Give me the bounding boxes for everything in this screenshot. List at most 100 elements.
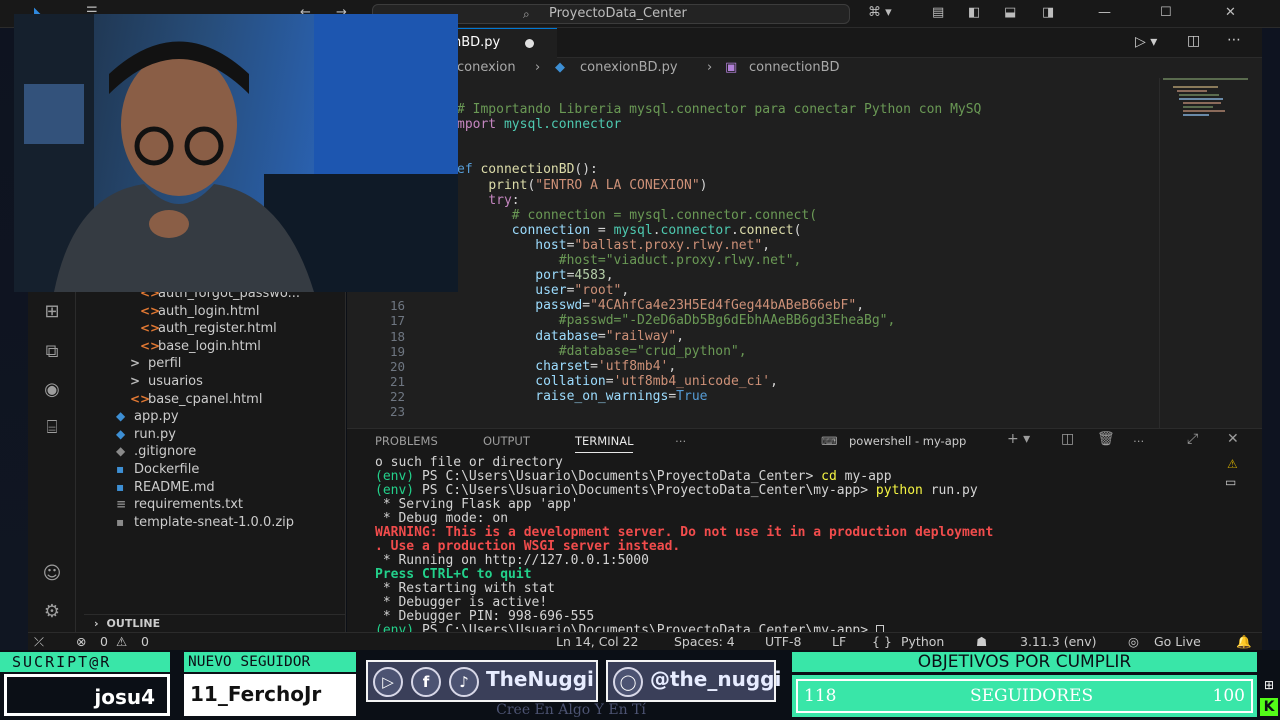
html-file-icon: <> — [130, 391, 151, 406]
cursor-position[interactable]: Ln 14, Col 22 — [556, 633, 638, 650]
close-panel-icon[interactable]: ✕ — [1227, 431, 1239, 447]
toggle-sidebar-icon[interactable]: ◧ — [968, 5, 980, 20]
extensions-icon[interactable]: ⊞ — [38, 300, 66, 324]
code-line[interactable]: collation='utf8mb4_unicode_ci', — [457, 374, 778, 389]
tab-output[interactable]: OUTPUT — [483, 434, 530, 448]
warning-status-icon[interactable]: ⚠ — [116, 633, 127, 650]
file-item[interactable]: ◆ .gitignore — [116, 442, 196, 460]
code-line[interactable]: database="railway", — [457, 329, 684, 344]
encoding[interactable]: UTF-8 — [765, 633, 801, 650]
split-terminal-icon[interactable]: ◫ — [1061, 431, 1074, 447]
file-item[interactable]: ◆ run.py — [116, 425, 176, 443]
code-token: , — [770, 373, 778, 389]
code-line[interactable]: raise_on_warnings=True — [457, 389, 707, 404]
line-ending[interactable]: LF — [832, 633, 846, 650]
copilot-icon[interactable]: ⌘ ▾ — [868, 5, 892, 20]
code-token: , — [621, 283, 630, 299]
kill-terminal-icon[interactable]: 🗑 — [1097, 431, 1115, 447]
toggle-panel-icon[interactable]: ⬓ — [1004, 5, 1016, 20]
code-line[interactable]: user="root", — [457, 283, 629, 298]
breadcrumb-symbol[interactable]: connectionBD — [749, 58, 840, 78]
file-item[interactable]: ▪ README.md — [116, 478, 215, 496]
terminal-line: (env) PS C:\Users\Usuario\Documents\Proy… — [375, 470, 892, 484]
toggle-secondary-sidebar-icon[interactable]: ◨ — [1042, 5, 1054, 20]
tiktok-icon[interactable]: ♪ — [449, 667, 479, 697]
file-item[interactable]: <>auth_register.html — [140, 319, 277, 337]
code-line[interactable]: # connection = mysql.connector.connect( — [457, 208, 817, 223]
file-item[interactable]: ▪ template-sneat-1.0.0.zip — [116, 513, 294, 531]
outline-section[interactable]: › OUTLINE — [84, 614, 346, 632]
warning-icon[interactable]: ⚠ — [1227, 457, 1238, 471]
editor-tab-bar: nBD.py ▷ ▾ ◫ ⋯ — [347, 28, 1280, 58]
panel-more-icon[interactable]: ⋯ — [675, 434, 687, 448]
code-line[interactable]: #passwd="-D2eD6aDb5Bg6dEbhAAeBB6gd3EheaB… — [457, 313, 896, 328]
code-line[interactable]: charset='utf8mb4', — [457, 359, 676, 374]
error-count[interactable]: 0 — [100, 633, 108, 650]
terminal-shell-label[interactable]: powershell - my-app — [849, 434, 966, 448]
code-line[interactable]: try: — [457, 193, 519, 208]
facebook-icon[interactable]: f — [411, 667, 441, 697]
maximize-panel-icon[interactable]: ⤢ — [1187, 431, 1198, 447]
github-icon[interactable]: ◉ — [38, 378, 66, 402]
warning-count[interactable]: 0 — [141, 633, 149, 650]
code-token: connection — [511, 222, 591, 238]
terminal-list-icon[interactable]: ▭ — [1225, 475, 1236, 489]
minimize-icon[interactable]: — — [1098, 5, 1111, 20]
code-line[interactable]: passwd="4CAhfCa4e23H5Ed4fGeg44bABeB66ebF… — [457, 298, 864, 313]
close-icon[interactable]: ✕ — [1225, 5, 1236, 20]
code-line[interactable]: port=4583, — [457, 268, 613, 284]
file-item[interactable]: <>base_cpanel.html — [130, 390, 262, 408]
maximize-icon[interactable]: ☐ — [1160, 5, 1172, 20]
settings-gear-icon[interactable]: ⚙ — [38, 600, 66, 624]
more-actions-icon[interactable]: ⋯ — [1227, 32, 1241, 48]
editor-scroll-divider — [1159, 78, 1160, 428]
code-line[interactable]: print("ENTRO A LA CONEXION") — [457, 178, 707, 193]
error-icon[interactable]: ⊗ — [76, 633, 86, 650]
code-line[interactable]: mport mysql.connector — [457, 117, 621, 132]
account-icon[interactable]: ☺ — [38, 562, 66, 586]
instagram-icon[interactable]: ◯ — [613, 667, 643, 697]
webcam-overlay — [14, 14, 458, 292]
run-python-icon[interactable]: ▷ ▾ — [1135, 34, 1157, 50]
folder-item[interactable]: > perfil — [130, 354, 181, 372]
layout-icon[interactable]: ▤ — [932, 5, 944, 20]
python-interpreter[interactable]: 3.11.3 (env) — [1020, 633, 1097, 650]
terminal-more-icon[interactable]: ⋯ — [1133, 434, 1145, 448]
file-item[interactable]: ▪ Dockerfile — [116, 460, 199, 478]
file-item[interactable]: <>auth_login.html — [140, 302, 259, 320]
code-line[interactable]: # Importando Libreria mysql.connector pa… — [457, 102, 981, 117]
notifications-bell-icon[interactable]: 🔔 — [1236, 633, 1252, 650]
file-item[interactable]: ≡ requirements.txt — [116, 495, 243, 513]
code-token: 4583 — [574, 268, 606, 284]
go-live-button[interactable]: Go Live — [1154, 633, 1201, 650]
remote-indicator-icon[interactable]: ⤫ — [34, 633, 44, 650]
terminal-token: python — [875, 483, 931, 498]
folder-item[interactable]: > usuarios — [130, 372, 203, 390]
code-line[interactable]: ef connectionBD(): — [457, 162, 598, 177]
breadcrumb-folder[interactable]: conexion — [457, 58, 516, 78]
code-line[interactable]: #host="viaduct.proxy.rlwy.net", — [457, 253, 802, 268]
tab-terminal[interactable]: TERMINAL — [575, 434, 634, 453]
file-icon: ◆ — [116, 426, 126, 441]
new-terminal-icon[interactable]: + ▾ — [1007, 431, 1030, 447]
code-line[interactable]: #database="crud_python", — [457, 344, 747, 359]
indentation[interactable]: Spaces: 4 — [674, 633, 735, 650]
language-mode[interactable]: Python — [901, 633, 944, 650]
youtube-icon[interactable]: ▷ — [373, 667, 403, 697]
unsaved-dot-icon[interactable] — [525, 39, 534, 48]
code-token: = — [597, 328, 606, 344]
file-item[interactable]: <>base_login.html — [140, 337, 261, 355]
database-icon[interactable]: ⌸ — [38, 416, 66, 440]
code-line[interactable]: host="ballast.proxy.rlwy.net", — [457, 238, 770, 253]
code-line[interactable]: connection = mysql.connector.connect( — [457, 222, 802, 238]
tab-problems[interactable]: PROBLEMS — [375, 434, 438, 448]
minimap[interactable] — [1163, 78, 1268, 138]
file-item[interactable]: ◆ app.py — [116, 407, 179, 425]
split-editor-icon[interactable]: ◫ — [1187, 33, 1200, 49]
breadcrumb-file[interactable]: conexionBD.py — [580, 58, 678, 78]
remote-explorer-icon[interactable]: ⧉ — [38, 340, 66, 364]
